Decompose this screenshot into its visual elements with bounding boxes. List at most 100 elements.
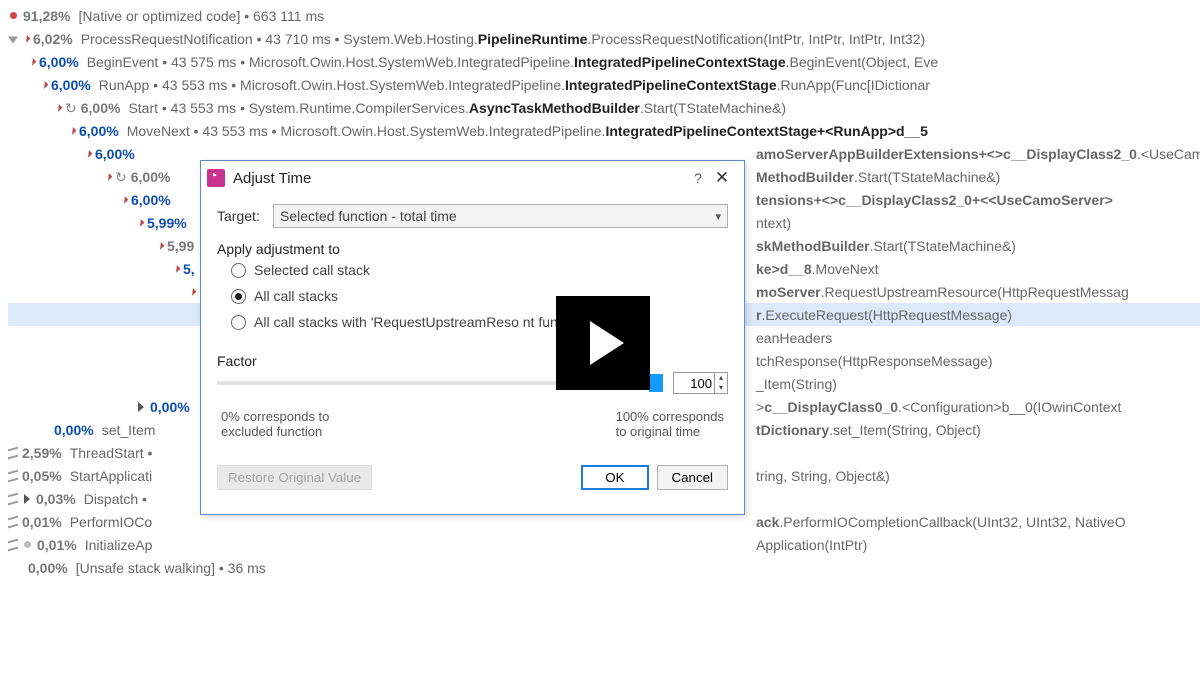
function-text: [Unsafe stack walking] • 36 ms <box>76 557 266 579</box>
function-tail: eanHeaders <box>756 327 832 349</box>
expand-icon[interactable] <box>69 127 77 135</box>
factor-spinner[interactable]: ▴▾ <box>715 372 728 394</box>
percent: 6,00% <box>95 143 135 165</box>
expand-icon[interactable] <box>23 35 31 43</box>
radio-all-with-func[interactable]: All call stacks with 'RequestUpstreamRes… <box>217 309 728 335</box>
function-text: RunApp • 43 553 ms • Microsoft.Owin.Host… <box>99 74 930 96</box>
percent: 0,00% <box>28 557 68 579</box>
app-icon <box>207 169 225 187</box>
factor-label: Factor <box>217 353 728 369</box>
percent: 0,01% <box>37 534 77 556</box>
dialog-title: Adjust Time <box>233 170 686 187</box>
expand-icon[interactable] <box>85 150 93 158</box>
percent: 5,99% <box>147 212 187 234</box>
expand-icon[interactable] <box>157 242 165 250</box>
function-text: [Native or optimized code] • 663 111 ms <box>78 5 324 27</box>
percent: 0,00% <box>150 396 190 418</box>
tree-row[interactable]: ↻6,00%Start • 43 553 ms • System.Runtime… <box>8 96 1200 119</box>
marker-icon <box>8 446 18 459</box>
tree-row[interactable]: 0,01% InitializeAp Application(IntPtr) <box>8 533 1200 556</box>
function-text: Start • 43 553 ms • System.Runtime.Compi… <box>128 97 786 119</box>
cancel-button[interactable]: Cancel <box>657 465 729 490</box>
note-hundred: 100% correspondsto original time <box>616 409 724 439</box>
expand-icon[interactable] <box>189 288 197 296</box>
function-text: set_Item <box>102 419 156 441</box>
percent: 6,00% <box>51 74 91 96</box>
chevron-down-icon: ▾ <box>715 210 721 223</box>
ok-button[interactable]: OK <box>581 465 648 490</box>
collapse-icon[interactable] <box>24 494 30 504</box>
percent: 2,59% <box>22 442 62 464</box>
function-text: ProcessRequestNotification • 43 710 ms •… <box>81 28 925 50</box>
tree-row[interactable]: 6,00% MoveNext • 43 553 ms • Microsoft.Ow… <box>8 119 1200 142</box>
function-tail: Application(IntPtr) <box>756 534 867 556</box>
function-tail: tring, String, Object&) <box>756 465 890 487</box>
function-tail: ke>d__8.MoveNext <box>756 258 879 280</box>
target-select[interactable]: Selected function - total time ▾ <box>273 204 728 228</box>
radio-selected-stack[interactable]: Selected call stack <box>217 257 728 283</box>
tree-row[interactable]: 0,00% [Unsafe stack walking] • 36 ms <box>8 556 1200 579</box>
function-tail: amoServerAppBuilderExtensions+<>c__Displ… <box>756 143 1200 165</box>
function-tail: _Item(String) <box>756 373 837 395</box>
marker-icon <box>8 515 18 528</box>
tree-row[interactable]: 6,02% ProcessRequestNotification • 43 710… <box>8 27 1200 50</box>
expand-icon[interactable] <box>137 219 145 227</box>
expand-icon[interactable] <box>173 265 181 273</box>
cycle-icon: ↻ <box>65 97 77 119</box>
function-tail: >c__DisplayClass0_0.<Configuration>b__0(… <box>756 396 1121 418</box>
function-tail: ack.PerformIOCompletionCallback(UInt32, … <box>756 511 1126 533</box>
radio-label: Selected call stack <box>254 262 370 278</box>
target-value: Selected function - total time <box>280 208 457 224</box>
function-text: InitializeAp <box>85 534 153 556</box>
titlebar: Adjust Time ? ✕ <box>201 161 744 195</box>
apply-label: Apply adjustment to <box>217 241 728 257</box>
function-tail: tensions+<>c__DisplayClass2_0+<<UseCamoS… <box>756 189 1113 211</box>
percent: 0,05% <box>22 465 62 487</box>
expand-icon[interactable] <box>55 104 63 112</box>
function-text: BeginEvent • 43 575 ms • Microsoft.Owin.… <box>87 51 938 73</box>
tree-row[interactable]: 6,00% RunApp • 43 553 ms • Microsoft.Owin… <box>8 73 1200 96</box>
marker-icon <box>8 34 18 44</box>
hot-icon <box>10 12 17 19</box>
tree-row[interactable]: 6,00% BeginEvent • 43 575 ms • Microsoft.… <box>8 50 1200 73</box>
target-label: Target: <box>217 208 273 224</box>
function-text: MoveNext • 43 553 ms • Microsoft.Owin.Ho… <box>127 120 928 142</box>
function-tail: tchResponse(HttpResponseMessage) <box>756 350 993 372</box>
play-icon[interactable] <box>556 296 650 390</box>
function-text: ThreadStart • <box>70 442 153 464</box>
tree-row[interactable]: 91,28%[Native or optimized code] • 663 1… <box>8 4 1200 27</box>
help-icon[interactable]: ? <box>686 170 710 186</box>
expand-icon[interactable] <box>29 58 37 66</box>
expand-icon[interactable] <box>41 81 49 89</box>
collapse-icon[interactable] <box>138 402 144 412</box>
function-tail: r.ExecuteRequest(HttpRequestMessage) <box>756 304 1012 326</box>
restore-button: Restore Original Value <box>217 465 372 490</box>
percent: 6,00% <box>79 120 119 142</box>
percent: 6,00% <box>39 51 79 73</box>
radio-icon <box>231 263 246 278</box>
percent: 0,03% <box>36 488 76 510</box>
percent: 6,00% <box>131 189 171 211</box>
function-tail: ntext) <box>756 212 791 234</box>
percent: 5,99 <box>167 235 194 257</box>
radio-icon <box>231 289 246 304</box>
radio-label: All call stacks with 'RequestUpstreamRes… <box>254 314 587 330</box>
adjust-time-dialog: Adjust Time ? ✕ Target: Selected functio… <box>200 160 745 515</box>
marker-icon <box>8 469 18 482</box>
radio-all-stacks[interactable]: All call stacks <box>217 283 728 309</box>
close-icon[interactable]: ✕ <box>710 168 734 188</box>
percent: 6,02% <box>33 28 73 50</box>
cold-icon <box>24 541 31 548</box>
marker-icon <box>8 492 18 505</box>
expand-icon[interactable] <box>105 173 113 181</box>
function-tail: tDictionary.set_Item(String, Object) <box>756 419 981 441</box>
percent: 6,00% <box>131 166 171 188</box>
slider-handle[interactable] <box>649 374 663 392</box>
radio-label: All call stacks <box>254 288 338 304</box>
function-tail: skMethodBuilder.Start(TStateMachine&) <box>756 235 1016 257</box>
dialog-body: Target: Selected function - total time ▾… <box>201 195 744 514</box>
marker-icon <box>8 538 18 551</box>
expand-icon[interactable] <box>121 196 129 204</box>
function-tail: moServer.RequestUpstreamResource(HttpReq… <box>756 281 1129 303</box>
factor-input[interactable] <box>673 372 715 394</box>
